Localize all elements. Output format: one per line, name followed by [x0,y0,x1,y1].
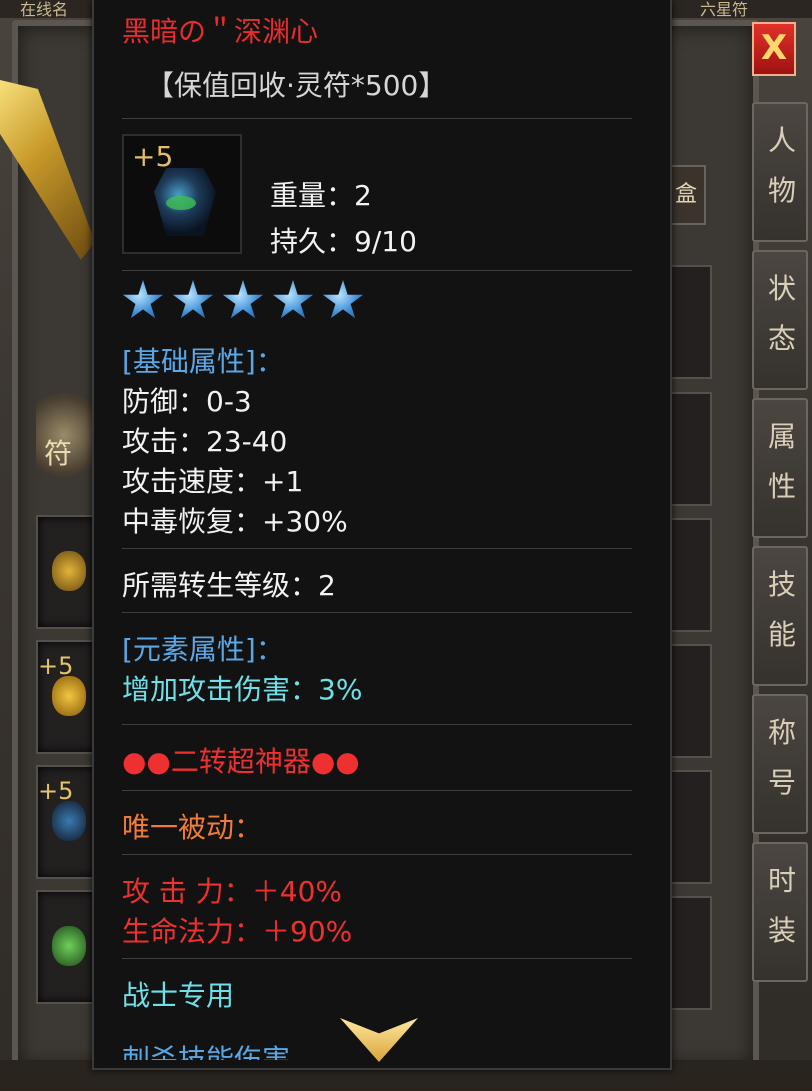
stat-attack: 攻击：23-40 [122,425,288,458]
equipment-slot-gem[interactable]: +5 [36,765,98,879]
star-icon [322,280,364,319]
equipment-slot-ring[interactable] [36,890,98,1004]
equipment-slot-necklace[interactable]: +5 [36,640,98,754]
box-button[interactable]: 盒 [666,165,706,225]
rebirth-level-requirement: 所需转生等级：2 [122,569,336,602]
star-icon [222,280,264,319]
tab-label: 人 物 [767,124,796,207]
tab-label: 状 态 [767,272,796,355]
tab-label: 时 装 [767,864,796,947]
stat-defense: 防御：0-3 [122,385,252,418]
equipment-slot-right-1[interactable] [668,265,712,379]
side-tab-bar: 人 物 状 态 属 性 技 能 称 号 时 装 [752,102,810,990]
stat-attack-speed: 攻击速度：+1 [122,465,304,498]
dark-gem-icon [154,168,216,236]
tab-label: 称 号 [767,716,796,799]
equipment-slot-right-2[interactable] [668,392,712,506]
star-icon [172,280,214,319]
artifact-tier-line: ●●二转超神器●● [122,745,360,778]
tab-character[interactable]: 人 物 [752,102,808,242]
item-durability: 持久：9/10 [270,225,417,258]
unique-passive-header: 唯一被动： [122,811,263,844]
divider [122,790,632,791]
talisman-emblem-icon[interactable]: 符 [36,380,92,490]
stat-poison-recovery: 中毒恢复：+30% [122,505,348,538]
passive-attack-bonus: 攻 击 力：＋40% [122,875,343,908]
divider [122,854,632,855]
equipment-slot-right-6[interactable] [668,896,712,1010]
top-right-text: 六星符 [700,0,749,19]
divider [122,612,632,613]
necklace-icon [52,676,86,716]
star-icon [122,280,164,319]
star-rating [122,280,372,326]
equipment-slot-right-3[interactable] [668,518,712,632]
divider [122,270,632,271]
divider [122,548,632,549]
item-name: 黑暗の＂深渊心 [122,15,319,48]
scroll-down-icon[interactable] [340,1018,418,1062]
tab-label: 属 性 [767,420,796,503]
gem-icon [52,801,86,841]
divider [122,958,632,959]
cut-off-line: 刺杀技能伤害 [122,1043,291,1060]
tab-attributes[interactable]: 属 性 [752,398,808,538]
item-tooltip: 黑暗の＂深渊心 【保值回收·灵符*500】 +5 重量：2 持久：9/10 [基… [92,0,672,1070]
item-icon-box: +5 [122,134,242,254]
equipment-slot-right-5[interactable] [668,770,712,884]
emblem-label: 符 [44,437,73,470]
passive-hp-mp-bonus: 生命法力：＋90% [122,915,353,948]
tab-skills[interactable]: 技 能 [752,546,808,686]
tab-label: 技 能 [767,568,796,651]
helmet-icon [52,551,86,591]
item-weight: 重量：2 [270,179,372,212]
equipment-slot-helmet[interactable] [36,515,98,629]
element-attributes-header: [元素属性]： [122,633,284,666]
item-recycle-info: 【保值回收·灵符*500】 [146,69,447,102]
divider [122,118,632,119]
stat-attack-damage-bonus: 增加攻击伤害：3% [122,673,363,706]
equipment-slot-right-4[interactable] [668,644,712,758]
ring-icon [52,926,86,966]
tab-titles[interactable]: 称 号 [752,694,808,834]
close-button[interactable]: X [752,22,796,76]
class-restriction: 战士专用 [122,979,235,1012]
star-icon [272,280,314,319]
basic-attributes-header: [基础属性]： [122,345,284,378]
top-left-text: 在线名 [20,0,69,19]
tab-status[interactable]: 状 态 [752,250,808,390]
divider [122,724,632,725]
tab-fashion[interactable]: 时 装 [752,842,808,982]
